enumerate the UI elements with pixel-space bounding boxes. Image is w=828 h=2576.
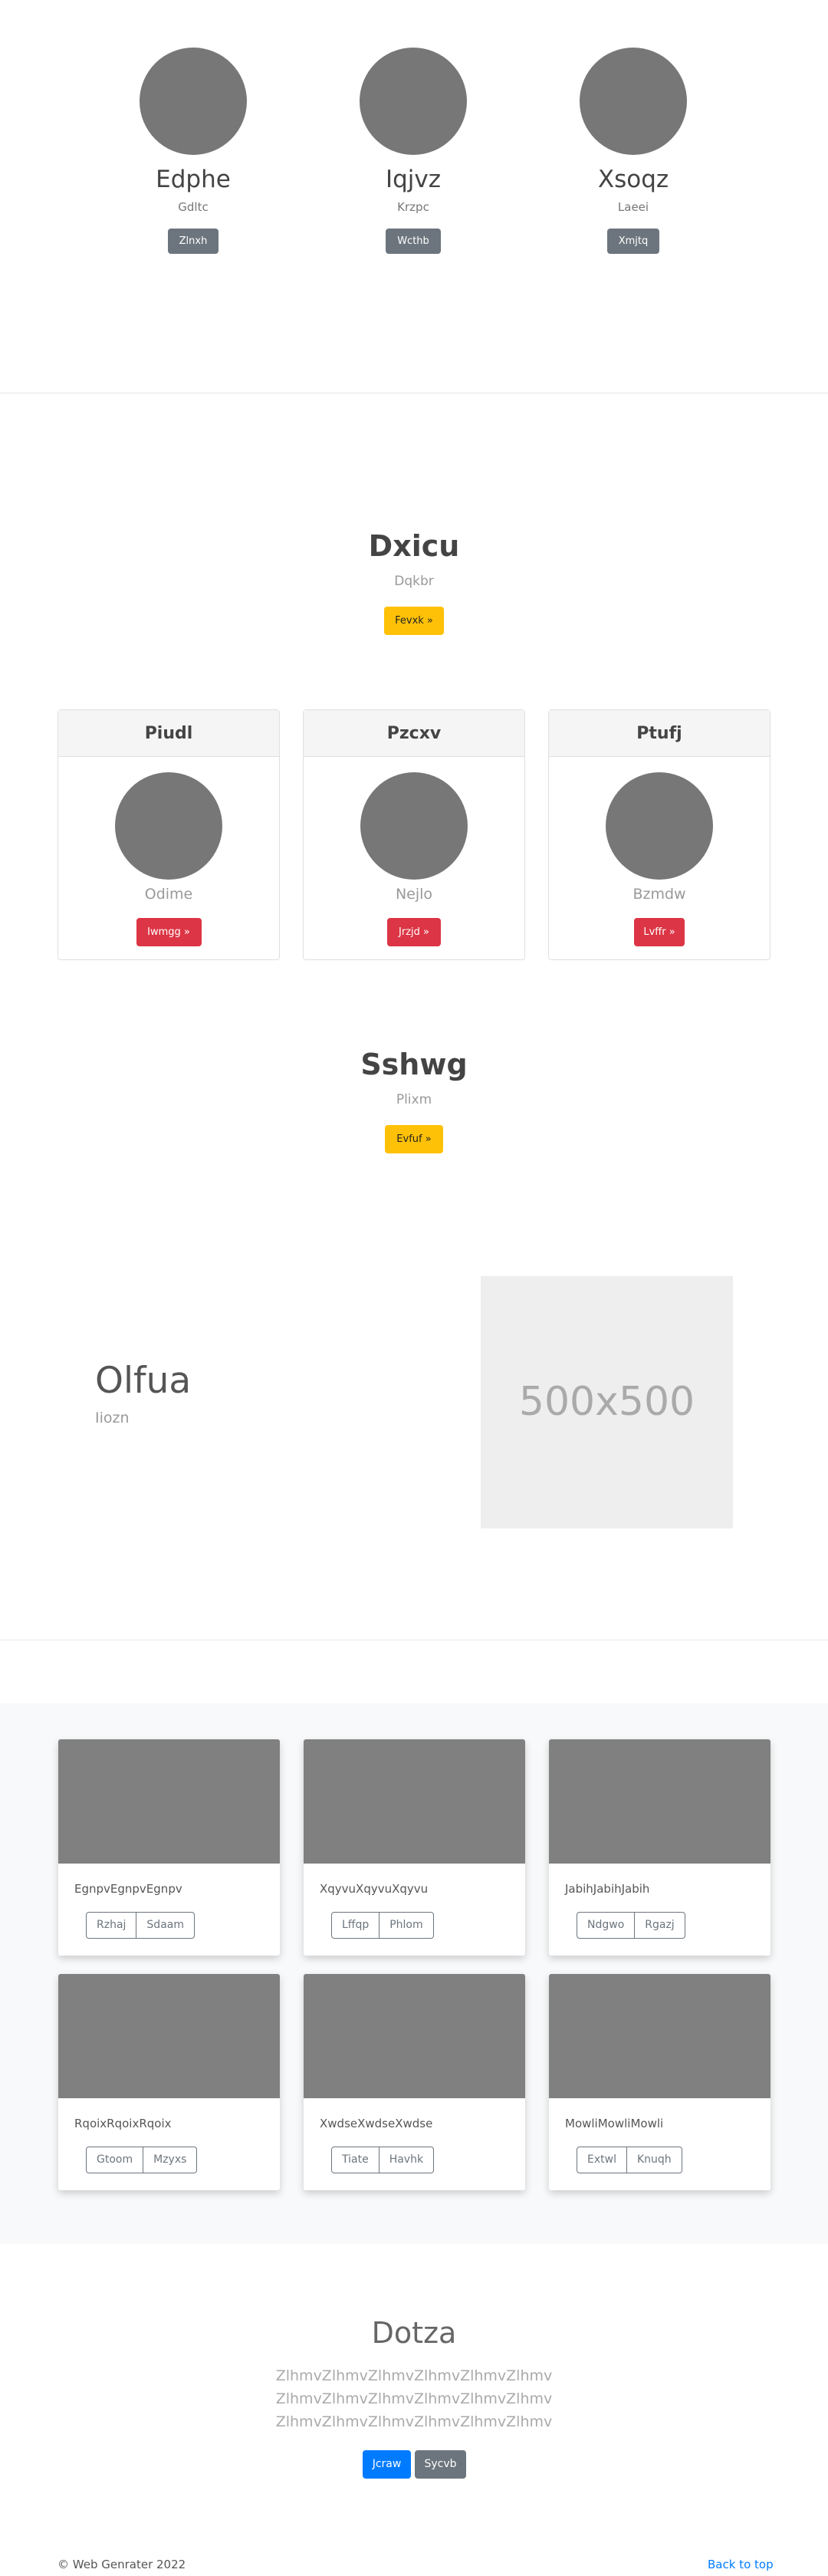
profile-card: Ptufj Bzmdw Lvffr » bbox=[548, 709, 770, 960]
card-edit-button[interactable]: Knuqh bbox=[626, 2147, 682, 2173]
profile-card: Piudl Odime Iwmgg » bbox=[58, 709, 280, 960]
card-subtitle: Bzmdw bbox=[632, 886, 686, 903]
team-member-role: Krzpc bbox=[397, 200, 429, 214]
album-section: EgnpvEgnpvEgnpv Rzhaj Sdaam XqyvuXqyvuXq… bbox=[0, 1703, 828, 2244]
card-edit-button[interactable]: Phlom bbox=[380, 1912, 434, 1939]
card-text: XwdseXwdseXwdse bbox=[320, 2117, 433, 2130]
closing-line: ZlhmvZlhmvZlhmvZlhmvZlhmvZlhmv bbox=[275, 2413, 553, 2430]
hero-subtitle: Plixm bbox=[396, 1092, 432, 1107]
team-member: Xsoqz Laeei Xmjtq bbox=[557, 48, 710, 254]
card-edit-button[interactable]: Sdaam bbox=[136, 1912, 195, 1939]
card-button[interactable]: Iwmgg » bbox=[136, 918, 202, 946]
album-card: RqoixRqoixRqoix Gtoom Mzyxs bbox=[58, 1974, 280, 2190]
card-view-button[interactable]: Extwl bbox=[577, 2147, 627, 2173]
avatar bbox=[580, 48, 687, 155]
feature-title: Olfua bbox=[95, 1360, 192, 1402]
card-edit-button[interactable]: Mzyxs bbox=[143, 2147, 198, 2173]
card-text: MowliMowliMowli bbox=[565, 2117, 664, 2130]
primary-button[interactable]: Jcraw bbox=[363, 2450, 411, 2479]
card-button-group: Gtoom Mzyxs bbox=[86, 2147, 198, 2173]
card-text: XqyvuXqyvuXqyvu bbox=[320, 1882, 429, 1896]
hero-button[interactable]: Evfuf » bbox=[385, 1125, 443, 1153]
card-header: Piudl bbox=[58, 710, 279, 757]
card-button[interactable]: Lvffr » bbox=[634, 918, 685, 946]
card-text: RqoixRqoixRqoix bbox=[74, 2117, 172, 2130]
profile-card: Pzcxv Nejlo Jrzjd » bbox=[303, 709, 525, 960]
back-to-top-link[interactable]: Back to top bbox=[708, 2558, 774, 2571]
card-subtitle: Nejlo bbox=[395, 886, 433, 903]
hero-title: Dxicu bbox=[368, 529, 460, 563]
card-text: JabihJabihJabih bbox=[565, 1882, 650, 1896]
feature-subtitle: Iiozn bbox=[95, 1410, 130, 1426]
hero-subtitle: Dqkbr bbox=[394, 574, 434, 589]
card-image bbox=[549, 1974, 770, 2098]
card-button-group: Lffqp Phlom bbox=[331, 1912, 434, 1939]
card-image bbox=[58, 1739, 280, 1864]
card-header: Pzcxv bbox=[304, 710, 524, 757]
team-member-name: Iqjvz bbox=[385, 166, 442, 193]
closing-title: Dotza bbox=[371, 2316, 457, 2350]
team-member: Iqjvz Krzpc Wcthb bbox=[337, 48, 490, 254]
team-member-name: Edphe bbox=[156, 166, 231, 193]
card-text: EgnpvEgnpvEgnpv bbox=[74, 1882, 182, 1896]
team-member: Edphe Gdltc Zlnxh bbox=[117, 48, 270, 254]
card-button-group: Extwl Knuqh bbox=[577, 2147, 682, 2173]
team-member-name: Xsoqz bbox=[597, 166, 669, 193]
card-header: Ptufj bbox=[549, 710, 770, 757]
card-subtitle: Odime bbox=[144, 886, 193, 903]
closing-line: ZlhmvZlhmvZlhmvZlhmvZlhmvZlhmv bbox=[275, 2390, 553, 2407]
team-member-button[interactable]: Wcthb bbox=[386, 229, 441, 254]
card-image bbox=[304, 1974, 525, 2098]
card-edit-button[interactable]: Havhk bbox=[379, 2147, 435, 2173]
team-member-button[interactable]: Zlnxh bbox=[167, 229, 219, 254]
album-card: JabihJabihJabih Ndgwo Rgazj bbox=[549, 1739, 770, 1956]
album-card: MowliMowliMowli Extwl Knuqh bbox=[549, 1974, 770, 2190]
card-view-button[interactable]: Lffqp bbox=[331, 1912, 380, 1939]
album-card: XqyvuXqyvuXqyvu Lffqp Phlom bbox=[304, 1739, 525, 1956]
avatar bbox=[360, 48, 467, 155]
avatar bbox=[140, 48, 247, 155]
placeholder-image: 500x500 bbox=[481, 1276, 733, 1528]
footer-copyright: © Web Genrater 2022 bbox=[58, 2558, 186, 2571]
card-view-button[interactable]: Rzhaj bbox=[86, 1912, 137, 1939]
card-image bbox=[58, 1974, 280, 2098]
card-button-group: Ndgwo Rgazj bbox=[577, 1912, 685, 1939]
team-member-button[interactable]: Xmjtq bbox=[606, 229, 660, 254]
closing-line: ZlhmvZlhmvZlhmvZlhmvZlhmvZlhmv bbox=[275, 2367, 553, 2384]
card-view-button[interactable]: Gtoom bbox=[86, 2147, 144, 2173]
card-image bbox=[549, 1739, 770, 1864]
hero-title: Sshwg bbox=[360, 1048, 468, 1081]
card-image bbox=[304, 1739, 525, 1864]
card-button-group: Rzhaj Sdaam bbox=[86, 1912, 195, 1939]
team-member-role: Gdltc bbox=[178, 200, 209, 214]
team-member-role: Laeei bbox=[617, 200, 649, 214]
card-view-button[interactable]: Ndgwo bbox=[577, 1912, 636, 1939]
hero-button[interactable]: Fevxk » bbox=[384, 607, 444, 635]
avatar bbox=[115, 772, 222, 880]
avatar bbox=[606, 772, 713, 880]
closing-text: ZlhmvZlhmvZlhmvZlhmvZlhmvZlhmv ZlhmvZlhm… bbox=[0, 2364, 828, 2433]
avatar bbox=[360, 772, 468, 880]
card-button-group: Tiate Havhk bbox=[331, 2147, 435, 2173]
card-view-button[interactable]: Tiate bbox=[331, 2147, 380, 2173]
card-button[interactable]: Jrzjd » bbox=[387, 918, 441, 946]
card-edit-button[interactable]: Rgazj bbox=[635, 1912, 685, 1939]
album-card: XwdseXwdseXwdse Tiate Havhk bbox=[304, 1974, 525, 2190]
album-card: EgnpvEgnpvEgnpv Rzhaj Sdaam bbox=[58, 1739, 280, 1956]
secondary-button[interactable]: Sycvb bbox=[415, 2450, 466, 2479]
